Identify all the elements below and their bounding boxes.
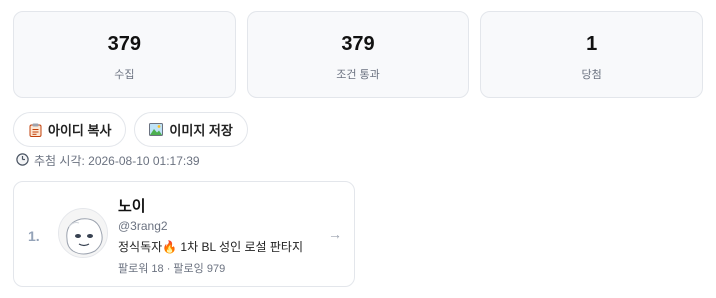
action-bar: 아이디 복사 이미지 저장 xyxy=(13,112,248,147)
winner-rank: 1. xyxy=(28,228,40,244)
image-icon xyxy=(149,123,164,137)
winner-bio: 정식독자🔥 1차 BL 성인 로설 판타지 xyxy=(118,240,303,254)
stat-value: 379 xyxy=(341,33,375,55)
stat-value: 379 xyxy=(107,33,142,55)
copy-ids-button[interactable]: 아이디 복사 xyxy=(13,112,127,147)
stat-collected: 379 수집 xyxy=(13,11,236,98)
draw-time-text: 추첨 시각: 2026-08-10 01:17:39 xyxy=(34,154,200,168)
draw-time: 추첨 시각: 2026-08-10 01:17:39 xyxy=(16,152,200,169)
winner-card[interactable]: 1. 노이 @3rang2 정식독자🔥 1차 BL 성인 로설 판타지 팔로워 … xyxy=(13,181,355,287)
stat-label: 수집 xyxy=(114,69,135,81)
save-image-button[interactable]: 이미지 저장 xyxy=(134,112,248,147)
stat-value: 1 xyxy=(586,33,598,55)
arrow-right-icon: → xyxy=(328,226,342,242)
clock-icon xyxy=(16,152,29,169)
winner-follow-info: 팔로워 18 · 팔로잉 979 xyxy=(118,263,226,275)
winner-handle: @3rang2 xyxy=(118,219,168,233)
stat-passed: 379 조건 통과 xyxy=(246,11,470,98)
stats-row: 379 수집 379 조건 통과 1 당첨 xyxy=(13,11,704,98)
save-image-label: 이미지 저장 xyxy=(169,123,233,138)
clipboard-icon xyxy=(28,123,42,137)
avatar xyxy=(58,208,108,258)
winner-name: 노이 xyxy=(118,198,146,215)
stat-label: 당첨 xyxy=(581,69,602,81)
stat-winners: 1 당첨 xyxy=(480,11,704,98)
stat-label: 조건 통과 xyxy=(336,69,380,81)
copy-ids-label: 아이디 복사 xyxy=(48,123,112,138)
